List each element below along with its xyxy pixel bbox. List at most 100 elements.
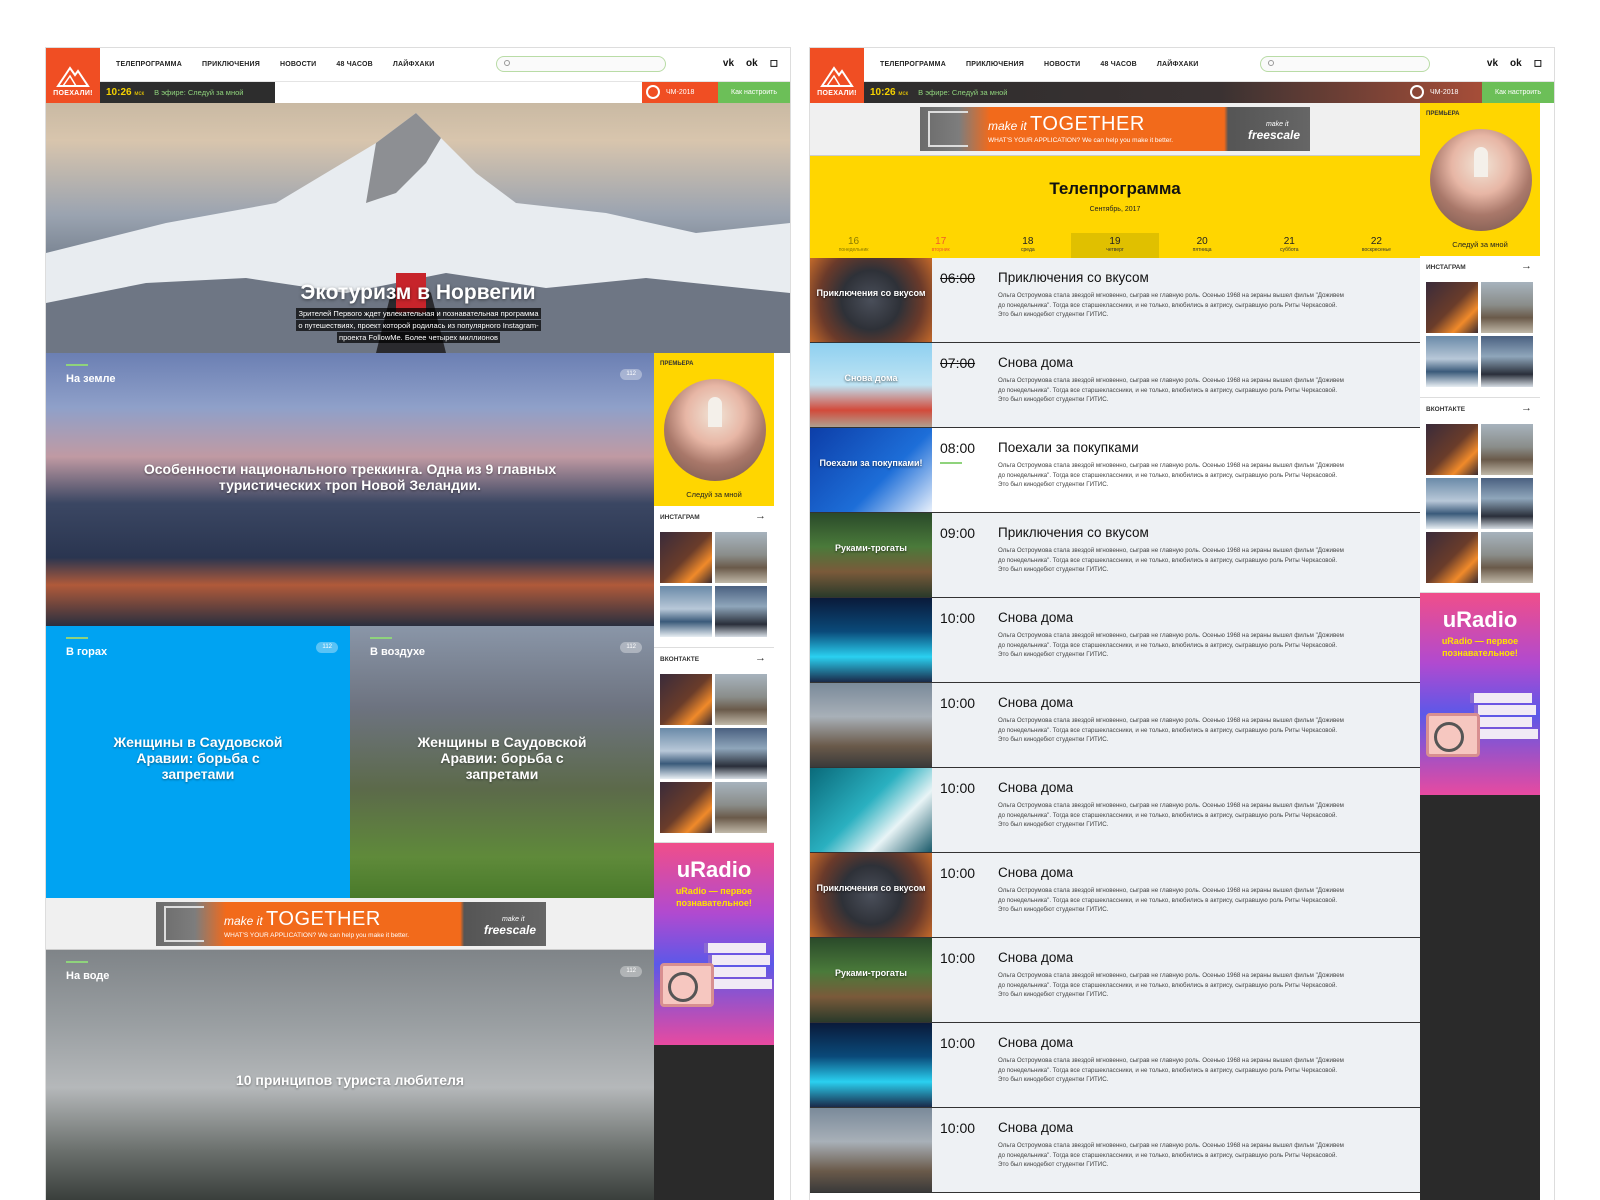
tile-title[interactable]: Женщины в Саудовской Аравии: борьба с за… bbox=[46, 734, 350, 782]
vk-photo[interactable] bbox=[1426, 424, 1478, 475]
show-thumbnail[interactable]: Снова дома bbox=[810, 343, 932, 427]
premiere-title[interactable]: Следуй за мной bbox=[654, 490, 774, 499]
show-thumbnail[interactable] bbox=[810, 768, 932, 852]
vk-photo[interactable] bbox=[715, 674, 767, 725]
instagram-photo[interactable] bbox=[715, 586, 767, 637]
hero-banner[interactable]: Экотуризм в Норвегии Зрителей Первого жд… bbox=[46, 103, 790, 353]
instagram-photo[interactable] bbox=[715, 532, 767, 583]
schedule-row[interactable]: 10:00 Снова дома Ольга Остроумова стала зв… bbox=[810, 1108, 1420, 1193]
schedule-row[interactable]: Руками-трогаты 09:00 Приключения со вкусом… bbox=[810, 513, 1420, 598]
instagram-photo[interactable] bbox=[1481, 282, 1533, 333]
day-tab[interactable]: 21 суббота bbox=[1246, 233, 1333, 258]
show-title[interactable]: Снова дома bbox=[998, 610, 1073, 625]
vk-photo[interactable] bbox=[715, 782, 767, 833]
vk-photo[interactable] bbox=[1481, 424, 1533, 475]
tile-in-mountains[interactable]: В горах 112 Женщины в Саудовской Аравии:… bbox=[46, 626, 350, 898]
vk-photo[interactable] bbox=[1481, 532, 1533, 583]
menu-item-news[interactable]: НОВОСТИ bbox=[1044, 61, 1080, 68]
show-thumbnail[interactable] bbox=[810, 683, 932, 767]
tile-label[interactable]: В горах bbox=[66, 637, 107, 658]
uradio-banner[interactable]: uRadio uRadio — первое познавательное! bbox=[1420, 593, 1540, 795]
show-thumbnail[interactable]: Руками-трогаты bbox=[810, 513, 932, 597]
on-air-info[interactable]: 10:26 мск В эфире: Следуй за мной bbox=[100, 82, 275, 103]
show-thumbnail[interactable] bbox=[810, 1108, 932, 1192]
arrow-right-icon[interactable]: → bbox=[1521, 402, 1532, 414]
show-thumbnail[interactable] bbox=[810, 598, 932, 682]
show-thumbnail[interactable]: Приключения со вкусом bbox=[810, 258, 932, 342]
schedule-row[interactable]: Руками-трогаты 10:00 Снова дома Ольга Остро… bbox=[810, 938, 1420, 1023]
tile-title[interactable]: Особенности национального треккинга. Одн… bbox=[46, 461, 654, 493]
arrow-right-icon[interactable]: → bbox=[755, 510, 766, 522]
tile-on-water[interactable]: На воде 112 10 принципов туриста любител… bbox=[46, 950, 654, 1200]
show-title[interactable]: Снова дома bbox=[998, 950, 1073, 965]
search-input[interactable] bbox=[1260, 56, 1430, 72]
show-title[interactable]: Снова дома bbox=[998, 1120, 1073, 1135]
menu-item-48h[interactable]: 48 ЧАСОВ bbox=[1100, 61, 1137, 68]
menu-item-adventures[interactable]: ПРИКЛЮЧЕНИЯ bbox=[202, 61, 260, 68]
instagram-icon[interactable]: ◻ bbox=[1534, 58, 1542, 69]
schedule-row[interactable]: Поехали за покупками! 08:00 Поехали за пок… bbox=[810, 428, 1420, 513]
day-tab[interactable]: 17 вторник bbox=[897, 233, 984, 258]
menu-item-tv[interactable]: ТЕЛЕПРОГРАММА bbox=[116, 61, 182, 68]
show-title[interactable]: Снова дома bbox=[998, 355, 1073, 370]
worldcup-button[interactable]: ЧМ-2018 bbox=[642, 82, 718, 103]
vk-photo[interactable] bbox=[1426, 478, 1478, 529]
hero-title[interactable]: Экотуризм в Норвегии bbox=[46, 281, 790, 305]
tile-on-land[interactable]: На земле 112 Особенности национального т… bbox=[46, 353, 654, 626]
schedule-row[interactable]: 10:00 Снова дома Ольга Остроумова стала зв… bbox=[810, 683, 1420, 768]
schedule-row[interactable]: Приключения со вкусом 10:00 Снова дома Ольг… bbox=[810, 853, 1420, 938]
odnoklassniki-icon[interactable]: ok bbox=[746, 58, 758, 69]
arrow-right-icon[interactable]: → bbox=[755, 652, 766, 664]
menu-item-tv[interactable]: ТЕЛЕПРОГРАММА bbox=[880, 61, 946, 68]
show-title[interactable]: Снова дома bbox=[998, 695, 1073, 710]
freescale-banner[interactable]: make it TOGETHER WHAT'S YOUR APPLICATION… bbox=[920, 107, 1310, 151]
premiere-title[interactable]: Следуй за мной bbox=[1420, 240, 1540, 249]
schedule-row[interactable]: 10:00 Снова дома Ольга Остроумова стала зв… bbox=[810, 768, 1420, 853]
tile-in-air[interactable]: В воздухе 112 Женщины в Саудовской Арави… bbox=[350, 626, 654, 898]
schedule-row[interactable]: 10:00 Снова дома Ольга Остроумова стала зв… bbox=[810, 598, 1420, 683]
search-input[interactable] bbox=[496, 56, 666, 72]
show-thumbnail[interactable] bbox=[810, 1023, 932, 1107]
day-tab[interactable]: 22 воскресенье bbox=[1333, 233, 1420, 258]
menu-item-news[interactable]: НОВОСТИ bbox=[280, 61, 316, 68]
tile-title[interactable]: 10 принципов туриста любителя bbox=[46, 1072, 654, 1088]
menu-item-lifehacks[interactable]: ЛАЙФХАКИ bbox=[393, 61, 435, 68]
schedule-row[interactable]: Снова дома 07:00 Снова дома Ольга Остроумов… bbox=[810, 343, 1420, 428]
vk-photo[interactable] bbox=[1426, 532, 1478, 583]
premiere-block[interactable]: ПРЕМЬЕРА Следуй за мной bbox=[1420, 103, 1540, 256]
instagram-photo[interactable] bbox=[1426, 282, 1478, 333]
logo[interactable]: ПОЕХАЛИ! bbox=[810, 48, 864, 103]
menu-item-48h[interactable]: 48 ЧАСОВ bbox=[336, 61, 373, 68]
logo[interactable]: ПОЕХАЛИ! bbox=[46, 48, 100, 103]
instagram-photo[interactable] bbox=[660, 532, 712, 583]
odnoklassniki-icon[interactable]: ok bbox=[1510, 58, 1522, 69]
vk-icon[interactable]: vk bbox=[723, 58, 734, 69]
vk-photo[interactable] bbox=[660, 674, 712, 725]
show-thumbnail[interactable]: Поехали за покупками! bbox=[810, 428, 932, 512]
tile-label[interactable]: На земле bbox=[66, 364, 116, 385]
premiere-block[interactable]: ПРЕМЬЕРА Следуй за мной bbox=[654, 353, 774, 506]
uradio-banner[interactable]: uRadio uRadio — первое познавательное! bbox=[654, 843, 774, 1045]
instagram-photo[interactable] bbox=[660, 586, 712, 637]
show-title[interactable]: Поехали за покупками bbox=[998, 440, 1139, 455]
menu-item-adventures[interactable]: ПРИКЛЮЧЕНИЯ bbox=[966, 61, 1024, 68]
instagram-photo[interactable] bbox=[1481, 336, 1533, 387]
show-title[interactable]: Приключения со вкусом bbox=[998, 525, 1149, 540]
day-tab[interactable]: 19 четверг bbox=[1071, 233, 1159, 258]
vk-photo[interactable] bbox=[1481, 478, 1533, 529]
vk-icon[interactable]: vk bbox=[1487, 58, 1498, 69]
schedule-row[interactable]: 10:00 Снова дома Ольга Остроумова стала зв… bbox=[810, 1023, 1420, 1108]
show-thumbnail[interactable]: Приключения со вкусом bbox=[810, 853, 932, 937]
show-thumbnail[interactable]: Руками-трогаты bbox=[810, 938, 932, 1022]
vk-photo[interactable] bbox=[660, 728, 712, 779]
day-tab[interactable]: 16 понедельник bbox=[810, 233, 897, 258]
setup-button[interactable]: Как настроить bbox=[1482, 82, 1554, 103]
tile-label[interactable]: На воде bbox=[66, 961, 109, 982]
schedule-row[interactable]: Приключения со вкусом 06:00 Приключения со… bbox=[810, 258, 1420, 343]
setup-button[interactable]: Как настроить bbox=[718, 82, 790, 103]
instagram-photo[interactable] bbox=[1426, 336, 1478, 387]
instagram-icon[interactable]: ◻ bbox=[770, 58, 778, 69]
arrow-right-icon[interactable]: → bbox=[1521, 260, 1532, 272]
show-title[interactable]: Снова дома bbox=[998, 1035, 1073, 1050]
freescale-banner[interactable]: make it TOGETHER WHAT'S YOUR APPLICATION… bbox=[156, 902, 546, 946]
